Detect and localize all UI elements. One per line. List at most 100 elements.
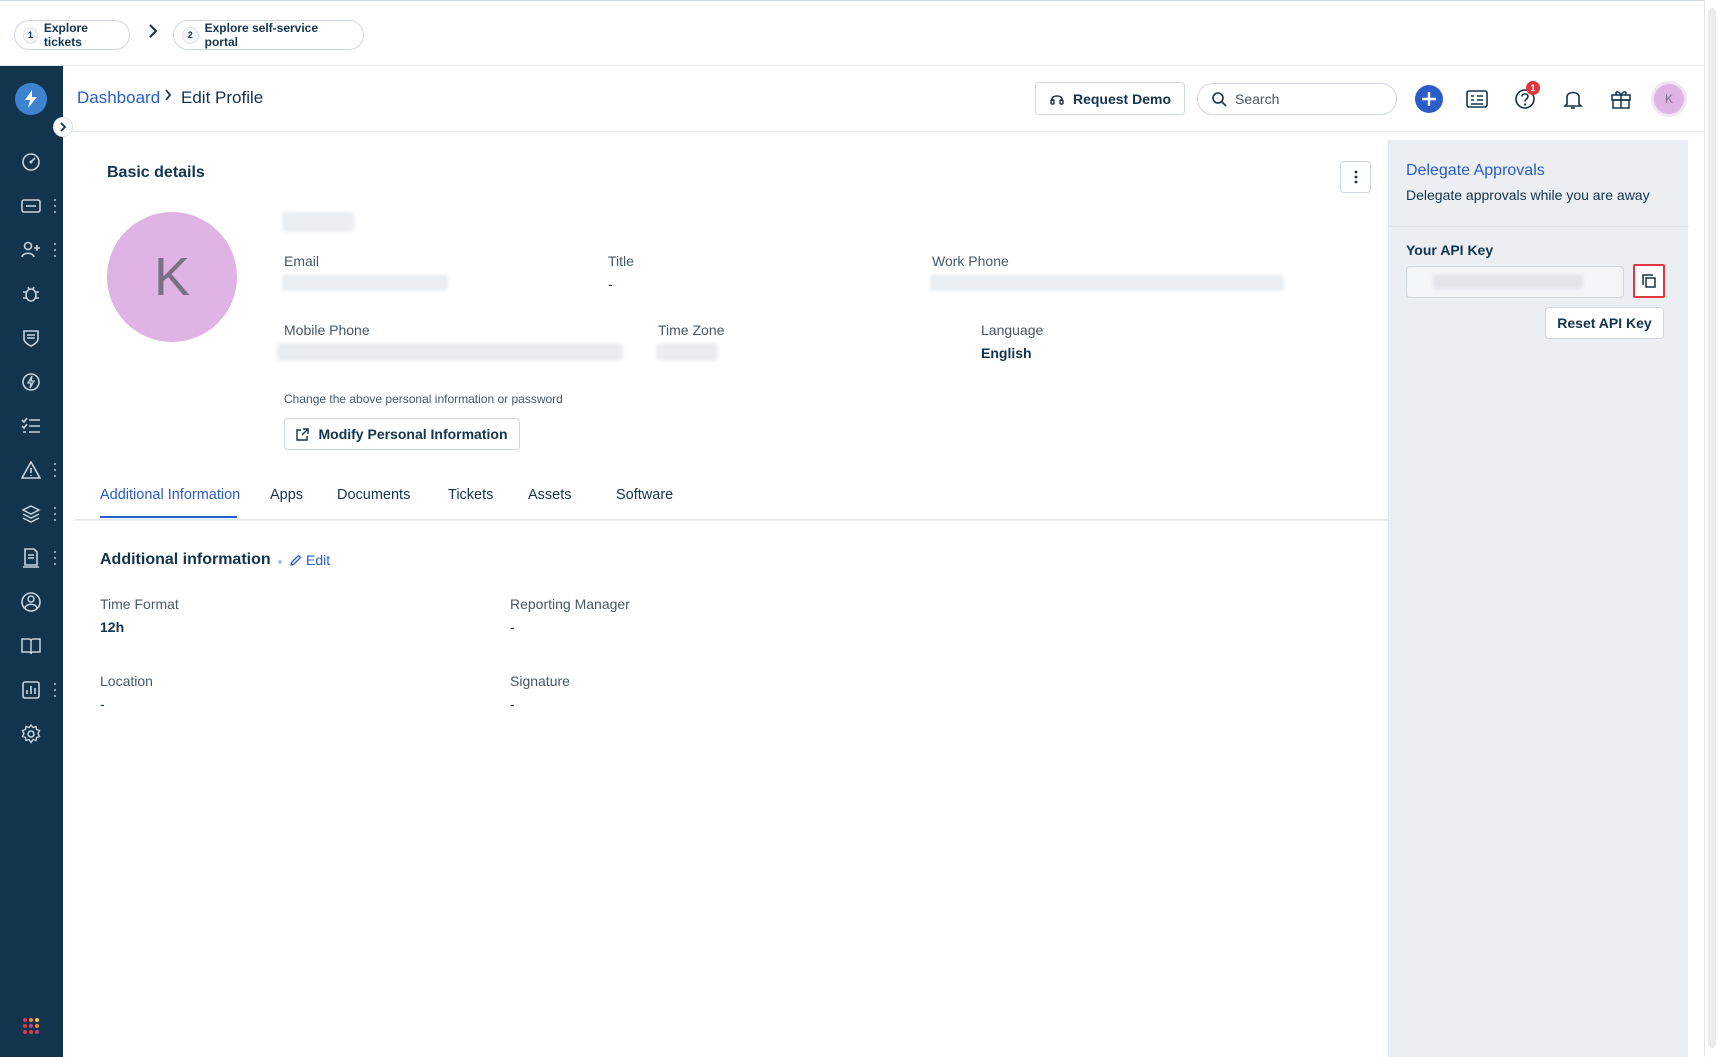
analytics-more-icon[interactable] [52,683,58,697]
reset-api-key-label: Reset API Key [1557,315,1652,331]
tab-apps[interactable]: Apps [270,487,303,503]
avatar: K [1654,84,1684,114]
modify-personal-information-label: Modify Personal Information [318,426,508,442]
contacts-more-icon[interactable] [52,243,58,257]
language-value: English [981,345,1032,361]
scrollbar-thumb[interactable] [1708,8,1716,1048]
tickets-icon[interactable] [19,194,43,218]
gift-icon [1611,91,1631,109]
step-label: Explore tickets [43,21,88,49]
profile-main: Basic details K Email Title - Work Phone… [63,132,1388,1057]
chevron-right-icon [60,122,67,132]
alerts-more-icon[interactable] [52,463,58,477]
reset-api-key-button[interactable]: Reset API Key [1545,307,1664,339]
changes-icon[interactable] [19,326,43,350]
separator-dot [278,560,282,564]
api-key-field[interactable] [1406,266,1624,298]
sidebar [0,66,63,1057]
tickets-more-icon[interactable] [52,199,58,213]
marketplace-button[interactable] [1605,83,1637,115]
location-label: Location [100,673,153,689]
time-format-value: 12h [100,619,125,635]
tasks-icon[interactable] [19,414,43,438]
page-header: Dashboard Edit Profile Request Demo Sear… [63,66,1703,132]
onboarding-step-self-service[interactable]: 2 Explore self-service portal [173,20,364,50]
redacted-email [282,275,448,291]
modify-personal-information-button[interactable]: Modify Personal Information [284,418,520,450]
step-label: Explore self-service portal [204,21,319,49]
redacted-mobile-phone [277,343,623,361]
reporting-manager-label: Reporting Manager [510,596,630,612]
purchase-more-icon[interactable] [52,551,58,565]
location-value: - [100,696,105,712]
mobile-phone-label: Mobile Phone [284,322,370,338]
pencil-icon [290,554,302,566]
analytics-icon[interactable] [19,678,43,702]
purchase-icon[interactable] [19,546,43,570]
time-format-label: Time Format [100,596,179,612]
work-phone-label: Work Phone [932,253,1009,269]
additional-information-title: Additional information [100,551,271,568]
copy-api-key-button[interactable] [1633,264,1665,298]
breadcrumb-chevron-icon [164,88,172,105]
more-options-button[interactable] [1340,161,1371,193]
notifications-button[interactable] [1557,83,1589,115]
profile-avatar: K [107,212,237,342]
api-key-label: Your API Key [1406,242,1494,258]
redacted-name [282,212,354,232]
app-switcher-icon[interactable] [19,1014,43,1038]
problems-icon[interactable] [19,282,43,306]
assets-more-icon[interactable] [52,507,58,521]
plus-icon [1415,85,1443,113]
step-number: 2 [182,26,199,44]
headset-icon [1050,94,1064,105]
settings-gear-icon[interactable] [19,722,43,746]
delegate-approvals-link[interactable]: Delegate Approvals [1406,162,1545,180]
time-zone-label: Time Zone [658,322,725,338]
admin-users-icon[interactable] [19,590,43,614]
redacted-api-key [1433,275,1583,289]
request-demo-button[interactable]: Request Demo [1035,82,1185,115]
edit-additional-info-link[interactable]: Edit [290,552,330,568]
search-placeholder: Search [1235,91,1280,107]
contacts-icon[interactable] [19,238,43,262]
step-number: 1 [23,26,38,44]
title-label: Title [608,253,634,269]
add-new-button[interactable] [1413,83,1445,115]
breadcrumb-dashboard-link[interactable]: Dashboard [77,88,160,108]
tab-documents[interactable]: Documents [337,487,410,503]
email-label: Email [284,253,320,269]
app-logo[interactable] [15,83,47,115]
alerts-icon[interactable] [19,458,43,482]
right-panel: Delegate Approvals Delegate approvals wh… [1388,140,1689,1057]
search-input[interactable]: Search [1197,83,1397,115]
active-tab-indicator [100,516,237,518]
tab-tickets[interactable]: Tickets [448,487,493,503]
page-scrollbar[interactable] [1704,0,1718,1057]
dashboard-icon[interactable] [19,150,43,174]
reporting-manager-value: - [510,619,515,635]
tab-software[interactable]: Software [616,487,673,503]
signature-label: Signature [510,673,570,689]
bell-icon [1563,91,1583,109]
divider [1389,226,1689,227]
change-info-hint: Change the above personal information or… [284,392,563,406]
catalog-icon [1466,90,1488,108]
catalog-button[interactable] [1461,83,1493,115]
help-button[interactable]: 1 [1509,81,1541,115]
sidebar-expand-button[interactable] [53,117,73,137]
assets-icon[interactable] [19,502,43,526]
chevron-right-icon [148,24,158,43]
request-demo-label: Request Demo [1072,90,1172,107]
tab-assets[interactable]: Assets [528,487,572,503]
releases-icon[interactable] [19,370,43,394]
redacted-work-phone [930,275,1284,291]
onboarding-step-explore-tickets[interactable]: 1 Explore tickets [14,20,130,50]
profile-avatar-button[interactable]: K [1653,83,1685,115]
title-value: - [608,276,613,292]
copy-icon [1642,274,1656,288]
redacted-time-zone [656,343,718,361]
solutions-icon[interactable] [19,634,43,658]
tab-additional-information[interactable]: Additional Information [100,487,240,503]
onboarding-bar: 1 Explore tickets 2 Explore self-service… [0,0,1718,66]
